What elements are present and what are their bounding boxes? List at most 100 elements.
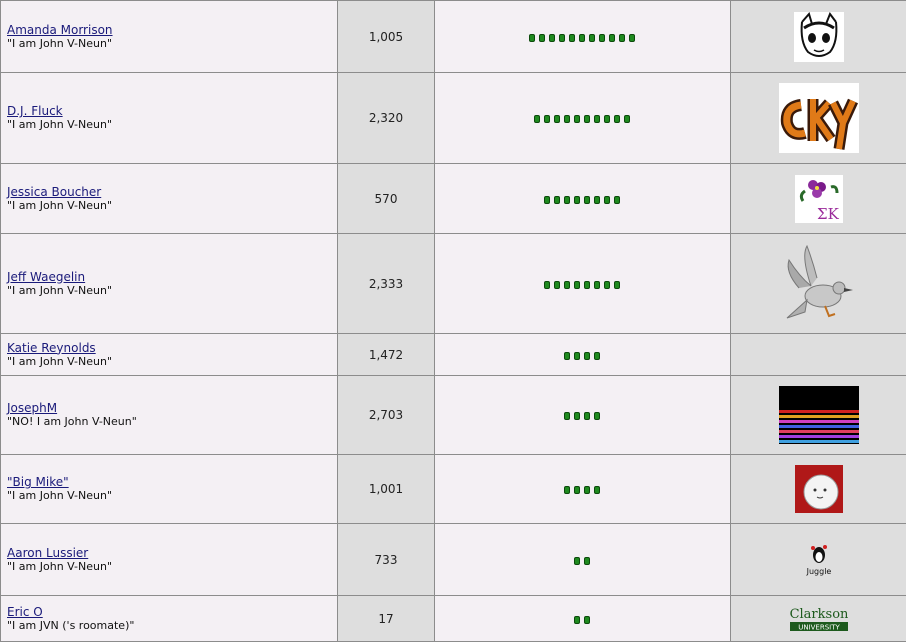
user-title: "I am John V-Neun" (7, 118, 337, 132)
rank-pip-icon (594, 281, 600, 289)
rank-pips (435, 164, 731, 234)
post-count: 1,005 (338, 1, 435, 73)
avatar-cell (731, 376, 906, 455)
rank-pip-icon (574, 281, 580, 289)
user-title: "I am John V-Neun" (7, 560, 337, 574)
svg-text:Juggle: Juggle (805, 567, 831, 576)
rank-pip-icon (529, 34, 535, 42)
bird-avatar (781, 242, 857, 326)
table-row: JosephM "NO! I am John V-Neun" 2,703 (1, 376, 906, 455)
rank-pip-icon (574, 486, 580, 494)
rank-pip-icon (539, 34, 545, 42)
post-count: 2,333 (338, 234, 435, 334)
post-count: 2,703 (338, 376, 435, 455)
rank-pip-icon (564, 281, 570, 289)
rank-pip-icon (554, 115, 560, 123)
username-link[interactable]: JosephM (7, 401, 337, 415)
rank-pip-icon (624, 115, 630, 123)
rank-pip-icon (594, 196, 600, 204)
rank-pip-icon (544, 281, 550, 289)
user-cell: Amanda Morrison "I am John V-Neun" (1, 1, 338, 73)
post-count: 1,001 (338, 455, 435, 524)
rank-pip-icon (584, 352, 590, 360)
rank-pip-icon (594, 115, 600, 123)
svg-text:Clarkson: Clarkson (789, 607, 848, 622)
rank-pip-icon (614, 196, 620, 204)
rank-pip-icon (544, 115, 550, 123)
rank-pip-icon (574, 115, 580, 123)
rank-pip-icon (584, 486, 590, 494)
rank-pip-icon (554, 281, 560, 289)
username-link[interactable]: Jeff Waegelin (7, 270, 337, 284)
svg-text:ΣΚ: ΣΚ (817, 205, 840, 223)
username-link[interactable]: Katie Reynolds (7, 341, 337, 355)
user-cell: JosephM "NO! I am John V-Neun" (1, 376, 338, 455)
username-link[interactable]: Jessica Boucher (7, 185, 337, 199)
rank-pip-icon (554, 196, 560, 204)
table-row: "Big Mike" "I am John V-Neun" 1,001 (1, 455, 906, 524)
post-count: 17 (338, 596, 435, 642)
rank-pip-icon (574, 352, 580, 360)
user-cell: Jeff Waegelin "I am John V-Neun" (1, 234, 338, 334)
rank-pip-icon (564, 115, 570, 123)
rank-pip-icon (604, 281, 610, 289)
juggle-penguin-avatar: Juggle (801, 542, 837, 578)
svg-text:UNIVERSITY: UNIVERSITY (798, 623, 840, 631)
rank-pip-icon (574, 616, 580, 624)
color-stripes-avatar (779, 386, 859, 444)
sigma-kappa-violet-avatar: ΣΚ (795, 175, 843, 223)
rank-pip-icon (584, 196, 590, 204)
clarkson-university-logo-avatar: Clarkson UNIVERSITY (788, 605, 850, 633)
user-cell: D.J. Fluck "I am John V-Neun" (1, 73, 338, 164)
post-count: 2,320 (338, 73, 435, 164)
user-title: "I am John V-Neun" (7, 284, 337, 298)
username-link[interactable]: D.J. Fluck (7, 104, 337, 118)
avatar-cell (731, 73, 906, 164)
rank-pip-icon (599, 34, 605, 42)
rank-pip-icon (584, 616, 590, 624)
username-link[interactable]: Aaron Lussier (7, 546, 337, 560)
user-cell: Katie Reynolds "I am John V-Neun" (1, 334, 338, 376)
rank-pip-icon (609, 34, 615, 42)
ghost-face-avatar (795, 465, 843, 513)
rank-pip-icon (574, 557, 580, 565)
table-row: Jessica Boucher "I am John V-Neun" 570 Σ… (1, 164, 906, 234)
username-link[interactable]: "Big Mike" (7, 475, 337, 489)
avatar-cell: ΣΚ (731, 164, 906, 234)
avatar-cell (731, 455, 906, 524)
rank-pips (435, 73, 731, 164)
rank-pips (435, 234, 731, 334)
rank-pip-icon (614, 115, 620, 123)
sketch-face-avatar (794, 12, 844, 62)
user-title: "I am John V-Neun" (7, 199, 337, 213)
rank-pip-icon (584, 281, 590, 289)
rank-pip-icon (574, 412, 580, 420)
rank-pip-icon (604, 196, 610, 204)
rank-pip-icon (619, 34, 625, 42)
post-count: 733 (338, 524, 435, 596)
rank-pip-icon (584, 557, 590, 565)
rank-pip-icon (584, 115, 590, 123)
user-cell: Aaron Lussier "I am John V-Neun" (1, 524, 338, 596)
rank-pip-icon (589, 34, 595, 42)
rank-pip-icon (559, 34, 565, 42)
avatar-cell (731, 234, 906, 334)
user-cell: Jessica Boucher "I am John V-Neun" (1, 164, 338, 234)
table-row: D.J. Fluck "I am John V-Neun" 2,320 (1, 73, 906, 164)
user-title: "I am John V-Neun" (7, 37, 337, 51)
rank-pip-icon (629, 34, 635, 42)
rank-pip-icon (604, 115, 610, 123)
rank-pips (435, 524, 731, 596)
table-row: Aaron Lussier "I am John V-Neun" 733 Jug… (1, 524, 906, 596)
rank-pip-icon (594, 486, 600, 494)
username-link[interactable]: Eric O (7, 605, 337, 619)
avatar-cell: Clarkson UNIVERSITY (731, 596, 906, 642)
rank-pip-icon (564, 196, 570, 204)
username-link[interactable]: Amanda Morrison (7, 23, 337, 37)
rank-pip-icon (544, 196, 550, 204)
member-list-table: Amanda Morrison "I am John V-Neun" 1,005 (0, 0, 906, 642)
post-count: 570 (338, 164, 435, 234)
table-row: Jeff Waegelin "I am John V-Neun" 2,333 (1, 234, 906, 334)
rank-pip-icon (534, 115, 540, 123)
table-row: Amanda Morrison "I am John V-Neun" 1,005 (1, 1, 906, 73)
